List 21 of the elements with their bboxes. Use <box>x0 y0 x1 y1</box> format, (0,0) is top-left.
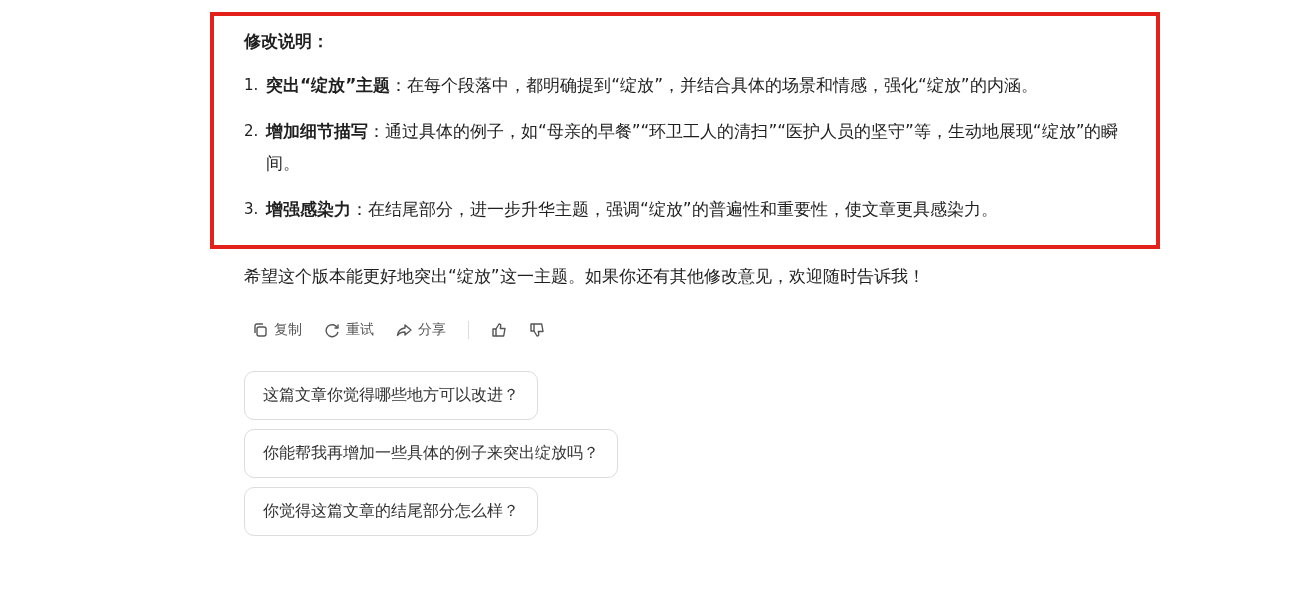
message-text: 希望这个版本能更好地突出“绽放”这一主题。如果你还有其他修改意见，欢迎随时告诉我！ <box>244 265 926 288</box>
list-item-text: 突出“绽放”主题：在每个段落中，都明确提到“绽放”，并结合具体的场景和情感，强化“绽放”的内涵。 <box>266 74 1039 97</box>
list-item-text: 增加细节描写：通过具体的例子，如“母亲的早餐”“环卫工人的清扫”“医护人员的坚守”等，生动地展现“绽放”的瞬间。 <box>266 120 1120 175</box>
dislike-button[interactable] <box>529 322 545 338</box>
section-heading: 修改说明： <box>244 30 330 53</box>
share-button[interactable]: 分享 <box>396 321 446 339</box>
copy-icon <box>252 322 268 338</box>
suggestion-chip[interactable]: 你能帮我再增加一些具体的例子来突出绽放吗？ <box>244 429 618 478</box>
refresh-icon <box>324 322 340 338</box>
suggestion-chip[interactable]: 你觉得这篇文章的结尾部分怎么样？ <box>244 487 538 536</box>
copy-button[interactable]: 复制 <box>252 321 302 339</box>
list-number: 3. <box>244 199 260 220</box>
share-arrow-icon <box>396 322 412 338</box>
list-number: 1. <box>244 75 260 96</box>
like-button[interactable] <box>491 322 507 338</box>
retry-button[interactable]: 重试 <box>324 321 374 339</box>
suggestion-chip[interactable]: 这篇文章你觉得哪些地方可以改进？ <box>244 371 538 420</box>
list-number: 2. <box>244 121 260 142</box>
thumbs-up-icon <box>491 322 507 338</box>
list-item-text: 增强感染力：在结尾部分，进一步升华主题，强调“绽放”的普遍性和重要性，使文章更具感染力。 <box>266 198 999 221</box>
thumbs-down-icon <box>529 322 545 338</box>
